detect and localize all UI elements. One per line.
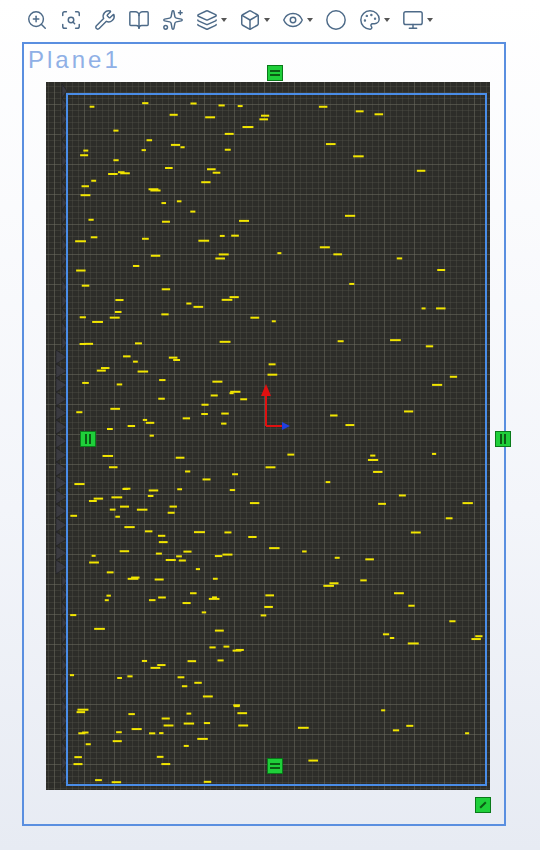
toolbar-button[interactable] — [237, 5, 272, 35]
toolbar-icon — [325, 9, 347, 31]
plane-label: Plane1 — [28, 46, 121, 74]
toolbar-icon — [94, 9, 116, 31]
toolbar-button[interactable] — [160, 5, 186, 35]
toolbar-button[interactable] — [194, 5, 229, 35]
drag-handle[interactable] — [267, 758, 283, 774]
heads-up-toolbar — [0, 0, 540, 40]
toolbar-button[interactable] — [58, 5, 84, 35]
drag-handle[interactable] — [495, 431, 511, 447]
toolbar-button[interactable] — [323, 5, 349, 35]
viewport[interactable]: Plane1 — [0, 40, 540, 850]
toolbar-button[interactable] — [24, 5, 50, 35]
toolbar-icon — [402, 9, 424, 31]
toolbar-icon — [282, 9, 304, 31]
toolbar-icon — [162, 9, 184, 31]
dropdown-arrow-icon[interactable] — [221, 18, 227, 22]
toolbar-button[interactable] — [357, 5, 392, 35]
toolbar-icon — [196, 9, 218, 31]
drag-handle[interactable] — [80, 431, 96, 447]
drag-handle[interactable] — [475, 797, 491, 813]
toolbar-button[interactable] — [280, 5, 315, 35]
toolbar-icon — [26, 9, 48, 31]
toolbar-icon — [128, 9, 150, 31]
dropdown-arrow-icon[interactable] — [384, 18, 390, 22]
dropdown-arrow-icon[interactable] — [264, 18, 270, 22]
graphics-window: Plane1 — [0, 0, 540, 850]
plane[interactable]: Plane1 — [22, 42, 506, 826]
dropdown-arrow-icon[interactable] — [307, 18, 313, 22]
toolbar-icon — [60, 9, 82, 31]
drag-handle[interactable] — [267, 65, 283, 81]
dropdown-arrow-icon[interactable] — [427, 18, 433, 22]
toolbar-button[interactable] — [400, 5, 435, 35]
mesh-surface — [24, 44, 504, 824]
toolbar-button[interactable] — [92, 5, 118, 35]
toolbar-icon — [239, 9, 261, 31]
toolbar-icon — [359, 9, 381, 31]
toolbar-button[interactable] — [126, 5, 152, 35]
origin-triad-icon — [261, 384, 290, 430]
